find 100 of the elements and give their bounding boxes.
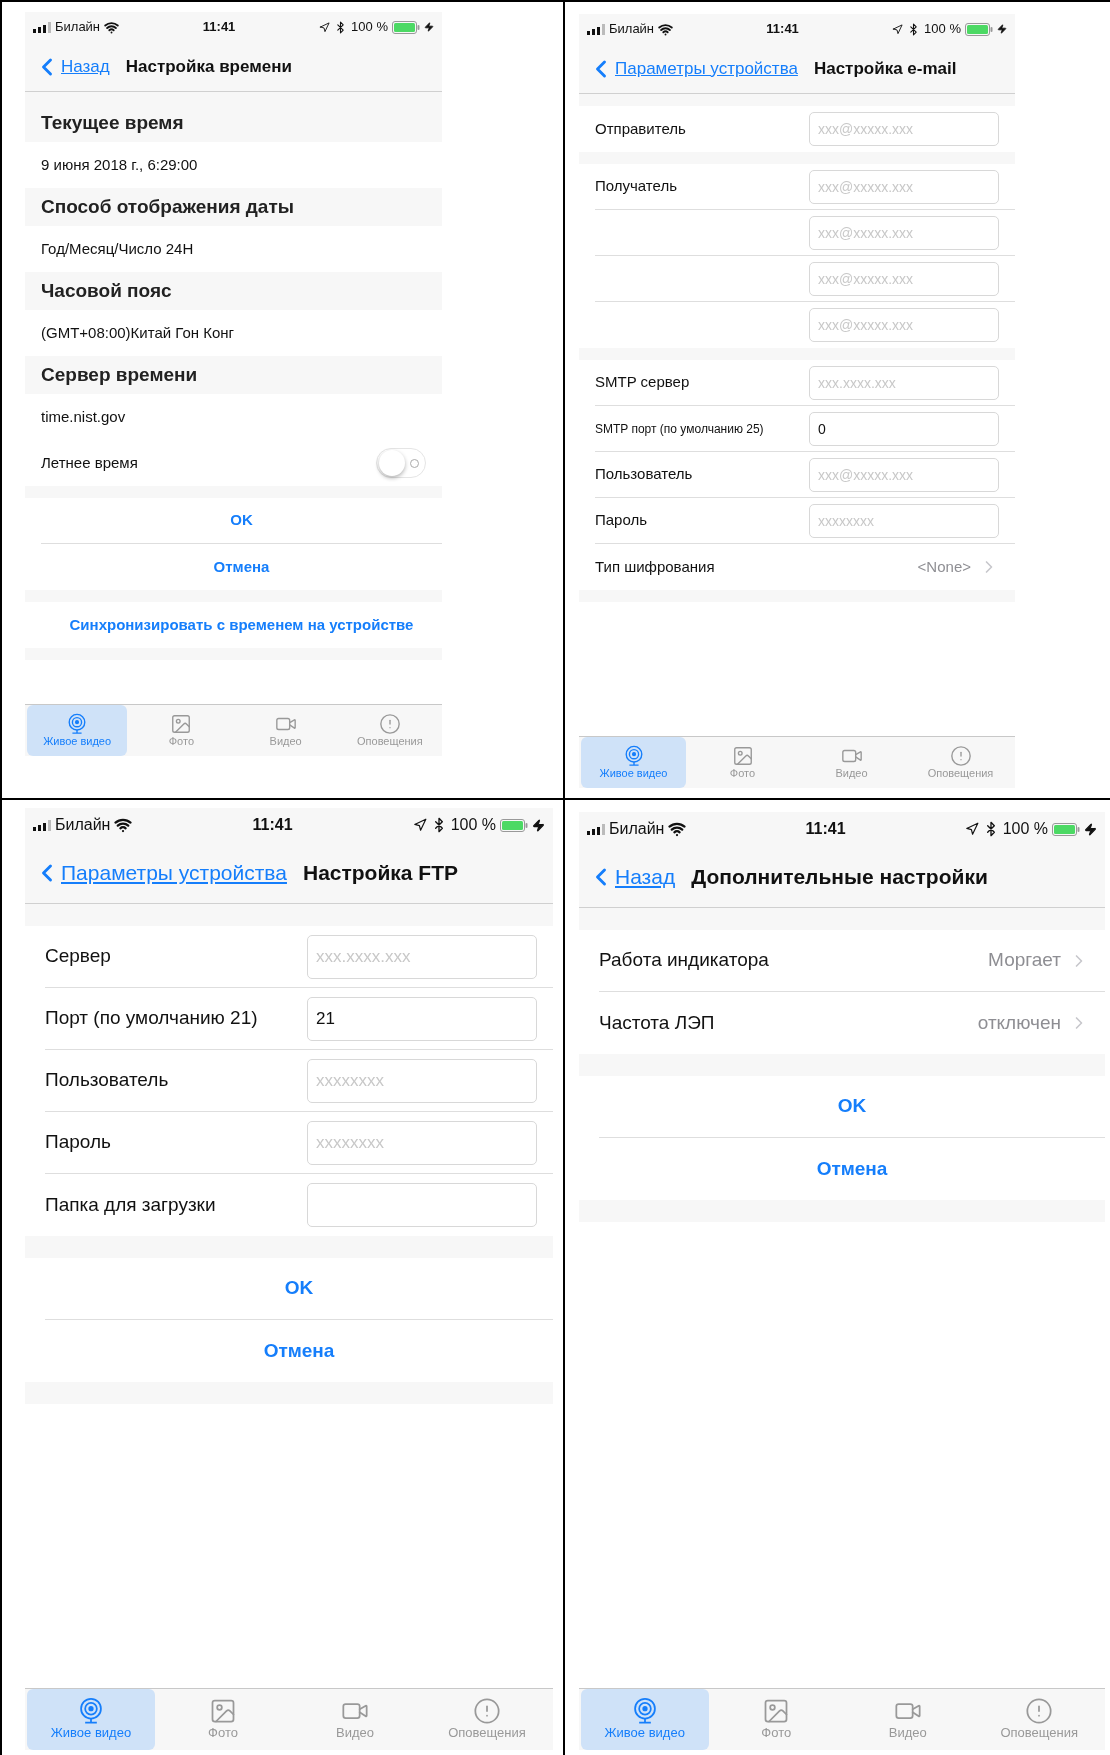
signal-icon [587,823,605,835]
screen-title: Настройка e-mail [813,57,957,80]
photo-icon [170,712,193,735]
input-field[interactable]: 0 [809,411,999,446]
option-value: отключен [977,1010,1061,1035]
carrier-name: Билайн [55,815,111,835]
action-button[interactable]: OK [837,1092,867,1121]
battery-icon [392,20,420,34]
alert-icon [473,1697,501,1726]
carrier-name: Билайн [609,20,655,39]
tab-bar-item[interactable]: Живое видео [581,1689,709,1750]
toggle-switch[interactable] [376,448,426,478]
input-field[interactable] [307,1183,537,1227]
webcam-icon [77,1697,105,1726]
alert-icon [949,744,972,767]
tab-bar-item[interactable]: Видео [235,705,336,756]
status-time: 11:41 [805,819,846,839]
action-button[interactable]: Отмена [816,1154,888,1184]
photo-icon [731,744,754,767]
option-value: Моргает [988,948,1061,973]
tab-bar-item[interactable]: Фото [131,705,232,756]
wifi-icon [114,816,133,834]
battery-icon [500,818,528,832]
status-time: 11:41 [766,20,799,39]
setting-value: time.nist.gov [41,406,126,427]
battery-icon [1052,822,1080,836]
back-link[interactable]: Назад [33,52,110,81]
battery-percent: 100 % [351,18,388,37]
charging-icon [1084,822,1097,836]
battery-percent: 100 % [1002,819,1048,839]
action-button[interactable]: OK [230,509,253,532]
signal-icon [587,23,605,35]
battery-percent: 100 % [450,815,496,835]
action-button[interactable]: Отмена [213,555,270,579]
tab-bar-item[interactable]: Оповещения [975,1689,1103,1750]
option-value: <None> [917,556,971,577]
option-label: Работа индикатора [599,948,769,973]
wifi-icon [104,19,120,35]
setting-value: (GMT+08:00)Китай Гон Конг [41,322,235,343]
carrier-name: Билайн [609,819,665,839]
tab-bar-item[interactable]: Живое видео [581,737,686,788]
charging-icon [532,818,545,832]
battery-percent: 100 % [924,20,961,39]
section-header: Часовой пояс [25,272,442,310]
action-button[interactable]: Синхронизировать с временем на устройстве [69,613,414,637]
field-label: Отправитель [595,118,686,139]
wifi-icon [668,820,687,838]
setting-value: 9 июня 2018 г., 6:29:00 [41,154,198,175]
field-label: Пароль [45,1130,111,1155]
location-icon [964,822,979,836]
status-time: 11:41 [252,815,293,835]
location-icon [412,818,427,832]
back-link[interactable]: Назад [587,860,676,893]
field-label: Получатель [595,176,677,197]
tab-bar-item[interactable]: Фото [712,1689,840,1750]
tab-bar-item[interactable]: Фото [159,1689,287,1750]
action-button[interactable]: OK [284,1274,314,1303]
screen-title: Настройка FTP [302,859,459,886]
field-label: Пользователь [595,464,693,485]
tab-bar-item[interactable]: Видео [291,1689,419,1750]
status-time: 11:41 [202,18,236,37]
section-header: Способ отображения даты [25,188,442,226]
option-label: Частота ЛЭП [599,1010,715,1035]
screen-title: Настройка времени [125,55,292,78]
option-label: Тип шифрования [595,556,715,577]
input-field[interactable]: 21 [307,996,537,1041]
section-header: Сервер времени [25,356,442,394]
tab-bar-item[interactable]: Оповещения [339,705,440,756]
back-link[interactable]: Параметры устройства [587,54,798,83]
field-label: Пароль [595,510,648,531]
field-label: SMTP порт (по умолчанию 25) [595,420,764,438]
tab-bar-item[interactable]: Видео [844,1689,972,1750]
alert-icon [378,712,401,735]
location-icon [319,21,331,33]
tab-bar-item[interactable]: Живое видео [27,705,128,756]
charging-icon [997,24,1007,34]
field-label: Порт (по умолчанию 21) [45,1006,258,1031]
setting-label: Летнее время [41,452,138,473]
charging-icon [424,22,434,32]
tab-bar-item[interactable]: Фото [690,737,795,788]
back-link[interactable]: Параметры устройства [33,856,287,889]
tab-bar-item[interactable]: Оповещения [423,1689,551,1750]
setting-value: Год/Месяц/Число 24H [41,238,194,259]
alert-icon [1025,1697,1054,1726]
tab-bar-item[interactable]: Видео [799,737,904,788]
section-header: Текущее время [25,104,442,142]
signal-icon [33,21,51,33]
battery-icon [965,22,993,36]
action-button[interactable]: Отмена [263,1336,335,1366]
field-label: SMTP сервер [595,372,690,393]
signal-icon [33,819,51,831]
field-label: Папка для загрузки [45,1192,216,1217]
screen-title: Дополнительные настройки [691,863,988,890]
tab-bar-item[interactable]: Оповещения [908,737,1013,788]
field-label: Пользователь [45,1068,169,1093]
tab-bar-item[interactable]: Живое видео [27,1689,155,1750]
carrier-name: Билайн [55,18,101,37]
wifi-icon [658,21,674,37]
location-icon [892,23,904,35]
field-label: Сервер [45,944,111,969]
